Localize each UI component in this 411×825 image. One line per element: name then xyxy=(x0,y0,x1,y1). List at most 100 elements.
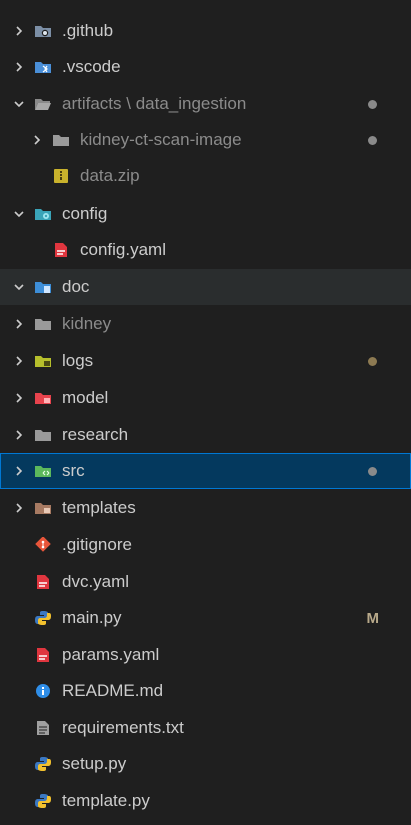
tree-item-name: doc xyxy=(62,277,90,296)
tree-item-name: .github xyxy=(62,21,114,40)
tree-item-readme-md[interactable]: README.md xyxy=(0,673,411,709)
tree-item-label: requirements.txt xyxy=(62,718,411,738)
tree-item-label: README.md xyxy=(62,681,411,701)
folder-icon xyxy=(34,316,52,332)
tree-item-name: logs xyxy=(62,351,94,370)
tree-item-label: templates xyxy=(62,498,411,518)
tree-item-requirements-txt[interactable]: requirements.txt xyxy=(0,710,411,746)
tree-item-label: doc xyxy=(62,277,411,297)
tree-item-dvc-yaml[interactable]: dvc.yaml xyxy=(0,564,411,600)
git-modified-badge: M xyxy=(366,609,380,627)
python-icon xyxy=(34,756,52,772)
git-status-dot xyxy=(368,135,377,145)
tree-item-name: setup.py xyxy=(62,754,127,773)
yaml-icon xyxy=(52,242,70,258)
doc-folder-icon xyxy=(34,279,52,295)
tree-item-label: src xyxy=(62,461,411,481)
chevron-right-icon[interactable] xyxy=(12,354,26,368)
tree-item-data-zip[interactable]: data.zip xyxy=(0,158,411,194)
tree-item-label: dvc.yaml xyxy=(62,572,411,592)
chevron-right-icon[interactable] xyxy=(12,60,26,74)
tree-item-label: config xyxy=(62,204,411,224)
chevron-right-icon[interactable] xyxy=(12,501,26,515)
folder-icon xyxy=(34,427,52,443)
path-separator: \ xyxy=(121,94,136,113)
tree-item-label: kidney xyxy=(62,314,411,334)
tree-item-config[interactable]: config xyxy=(0,196,411,232)
tree-item-kidney-ct-scan-image[interactable]: kidney-ct-scan-image xyxy=(0,122,411,158)
tree-item-src[interactable]: src xyxy=(0,453,411,489)
chevron-right-icon[interactable] xyxy=(12,428,26,442)
tree-item-label: logs xyxy=(62,351,411,371)
yaml-icon xyxy=(34,647,52,663)
tree-item-setup-py[interactable]: setup.py xyxy=(0,746,411,782)
tree-item-template-py[interactable]: template.py xyxy=(0,783,411,819)
tree-item-research[interactable]: research xyxy=(0,417,411,453)
tree-item-label: setup.py xyxy=(62,754,411,774)
python-icon xyxy=(34,793,52,809)
tree-item-name: data.zip xyxy=(80,166,140,185)
tree-item-name: .vscode xyxy=(62,57,121,76)
tree-item-label: artifacts \ data_ingestion xyxy=(62,94,411,114)
zip-icon xyxy=(52,168,70,184)
tree-item-label: params.yaml xyxy=(62,645,411,665)
tree-item-gitignore[interactable]: .gitignore xyxy=(0,527,411,563)
tree-item-github[interactable]: .github xyxy=(0,13,411,49)
tree-item-name: config xyxy=(62,204,108,223)
tree-item-label: kidney-ct-scan-image xyxy=(80,130,411,150)
tree-item-artifacts[interactable]: artifacts \ data_ingestion xyxy=(0,86,411,122)
tree-item-label: data.zip xyxy=(80,166,411,186)
yaml-icon xyxy=(34,574,52,590)
tree-item-doc[interactable]: doc xyxy=(0,269,411,305)
tree-item-model[interactable]: model xyxy=(0,380,411,416)
config-folder-icon xyxy=(34,206,52,222)
tree-item-params-yaml[interactable]: params.yaml xyxy=(0,637,411,673)
tree-item-vscode[interactable]: .vscode xyxy=(0,49,411,85)
tree-item-name: main.py xyxy=(62,608,122,627)
chevron-down-icon[interactable] xyxy=(12,97,26,111)
tree-item-label: .vscode xyxy=(62,57,411,77)
logs-folder-icon xyxy=(34,353,52,369)
tree-item-label: config.yaml xyxy=(80,240,411,260)
chevron-down-icon[interactable] xyxy=(12,207,26,221)
tree-item-logs[interactable]: logs xyxy=(0,343,411,379)
tree-item-name: research xyxy=(62,425,129,444)
chevron-right-icon[interactable] xyxy=(12,464,26,478)
model-folder-icon xyxy=(34,390,52,406)
chevron-right-icon[interactable] xyxy=(12,24,26,38)
explorer-file-tree: .github .vscode artifacts \ data_ingestion… xyxy=(0,0,411,825)
git-status-dot xyxy=(368,466,377,476)
tree-item-name: templates xyxy=(62,498,136,517)
git-icon xyxy=(34,537,52,553)
github-folder-icon xyxy=(34,23,52,39)
chevron-right-icon[interactable] xyxy=(12,391,26,405)
tree-item-main-py[interactable]: main.py M xyxy=(0,600,411,636)
templates-folder-icon xyxy=(34,500,52,516)
tree-item-name: model xyxy=(62,388,109,407)
tree-item-name: config.yaml xyxy=(80,240,166,259)
tree-item-label: .github xyxy=(62,21,411,41)
tree-item-name: template.py xyxy=(62,791,150,810)
chevron-right-icon[interactable] xyxy=(30,133,44,147)
compact-folder-segment: data_ingestion xyxy=(135,94,247,113)
tree-item-templates[interactable]: templates xyxy=(0,490,411,526)
tree-item-config-yaml[interactable]: config.yaml xyxy=(0,232,411,268)
tree-item-name: kidney-ct-scan-image xyxy=(80,130,242,149)
tree-item-label: template.py xyxy=(62,791,411,811)
tree-item-label: model xyxy=(62,388,411,408)
tree-item-name: requirements.txt xyxy=(62,718,184,737)
tree-item-label: research xyxy=(62,425,411,445)
tree-item-kidney[interactable]: kidney xyxy=(0,306,411,342)
chevron-right-icon[interactable] xyxy=(12,317,26,331)
tree-item-label: main.py xyxy=(62,608,411,628)
chevron-down-icon[interactable] xyxy=(12,280,26,294)
